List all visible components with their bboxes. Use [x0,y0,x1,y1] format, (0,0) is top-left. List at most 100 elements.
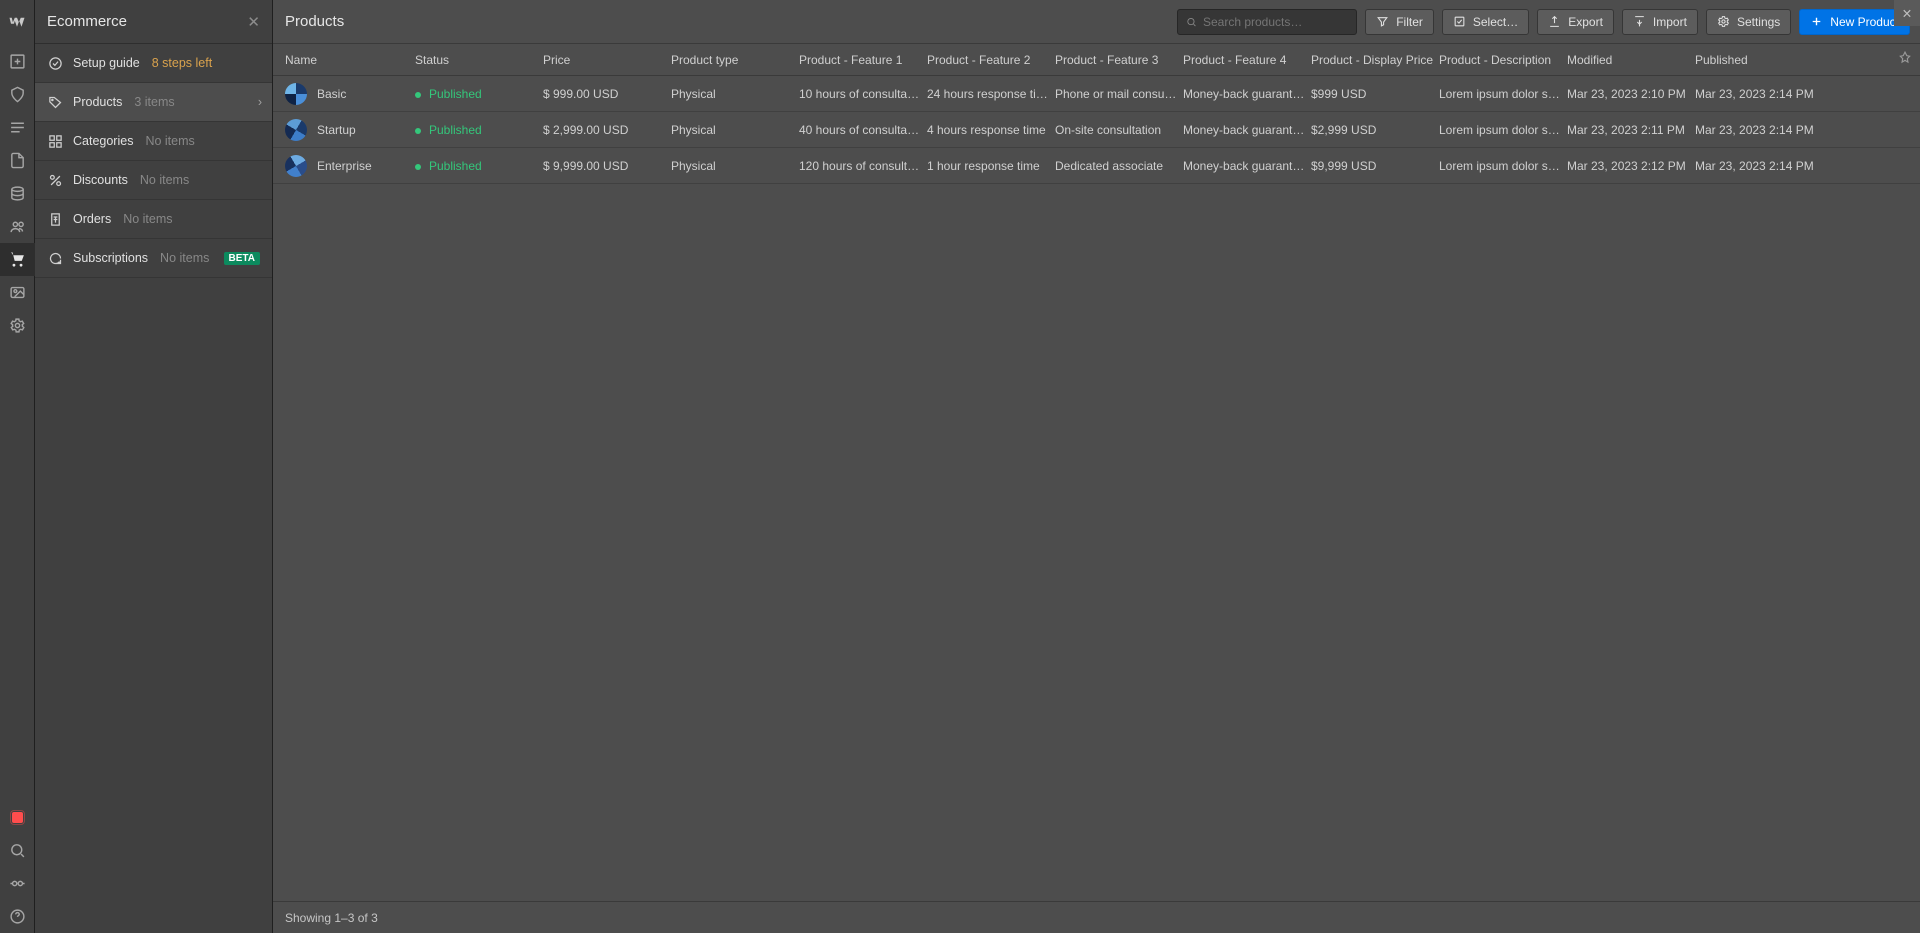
type-cell: Physical [671,87,799,101]
table-row[interactable]: BasicPublished$ 999.00 USDPhysical10 hou… [273,76,1920,112]
select-label: Select… [1473,15,1518,29]
status-text: Published [429,87,482,101]
logo-icon[interactable] [0,6,35,39]
import-button[interactable]: Import [1622,9,1698,35]
sidebar-title: Ecommerce [47,13,127,30]
settings-icon[interactable] [0,309,35,342]
sidebar-item-label: Discounts [73,173,128,187]
feature1-cell: 40 hours of consultat… [799,123,927,137]
main-area: ✕ Products Filter Select… Export Import … [273,0,1920,933]
col-feature-4[interactable]: Product - Feature 4 [1183,53,1311,67]
export-icon [1548,15,1561,28]
product-name: Enterprise [317,159,372,173]
plus-icon [1810,15,1823,28]
feature2-cell: 24 hours response ti… [927,87,1055,101]
collections-icon[interactable] [0,177,35,210]
export-label: Export [1568,15,1603,29]
sidebar-item-meta: No items [160,251,209,265]
sidebar-item-subscriptions[interactable]: SubscriptionsNo itemsBETA [35,239,272,278]
filter-icon [1376,15,1389,28]
col-description[interactable]: Product - Description [1439,53,1567,67]
video-icon[interactable] [0,801,35,834]
navigator-icon[interactable] [0,78,35,111]
col-name[interactable]: Name [285,53,415,67]
display-price-cell: $999 USD [1311,87,1439,101]
search-input-wrapper[interactable] [1177,9,1357,35]
sidebar-item-categories[interactable]: CategoriesNo items [35,122,272,161]
feature2-cell: 4 hours response time [927,123,1055,137]
status-dot [415,128,421,134]
col-display-price[interactable]: Product - Display Price [1311,53,1439,67]
filter-label: Filter [1396,15,1423,29]
new-product-label: New Product [1830,15,1899,29]
display-price-cell: $2,999 USD [1311,123,1439,137]
add-icon[interactable] [0,45,35,78]
col-price[interactable]: Price [543,53,671,67]
search-icon[interactable] [0,834,35,867]
col-feature-1[interactable]: Product - Feature 1 [799,53,927,67]
col-modified[interactable]: Modified [1567,53,1695,67]
export-button[interactable]: Export [1537,9,1614,35]
chevron-right-icon: › [258,95,262,109]
col-type[interactable]: Product type [671,53,799,67]
published-cell: Mar 23, 2023 2:14 PM [1695,123,1823,137]
help-icon[interactable] [0,900,35,933]
filter-button[interactable]: Filter [1365,9,1434,35]
description-cell: Lorem ipsum dolor sit… [1439,159,1567,173]
select-button[interactable]: Select… [1442,9,1529,35]
search-input[interactable] [1203,15,1348,29]
feature4-cell: Money-back guarantee [1183,87,1311,101]
product-name: Basic [317,87,346,101]
showing-text: Showing 1–3 of 3 [285,911,378,925]
pin-icon[interactable] [1898,51,1912,68]
gear-icon [1717,15,1730,28]
close-icon[interactable]: ✕ [1894,0,1920,26]
percent-icon [47,172,63,188]
col-status[interactable]: Status [415,53,543,67]
table-row[interactable]: EnterprisePublished$ 9,999.00 USDPhysica… [273,148,1920,184]
col-feature-2[interactable]: Product - Feature 2 [927,53,1055,67]
beta-badge: BETA [224,252,260,265]
feature1-cell: 120 hours of consulta… [799,159,927,173]
select-icon [1453,15,1466,28]
sidebar-close-icon[interactable]: ✕ [247,13,260,31]
sidebar-item-label: Setup guide [73,56,140,70]
settings-button[interactable]: Settings [1706,9,1791,35]
type-cell: Physical [671,159,799,173]
sidebar-item-orders[interactable]: OrdersNo items [35,200,272,239]
sidebar-item-meta: No items [140,173,189,187]
search-glyph-icon [1186,16,1197,28]
modified-cell: Mar 23, 2023 2:12 PM [1567,159,1695,173]
product-avatar [285,155,307,177]
import-icon [1633,15,1646,28]
products-table: Name Status Price Product type Product -… [273,44,1920,901]
audit-icon[interactable] [0,867,35,900]
description-cell: Lorem ipsum dolor sit… [1439,123,1567,137]
table-row[interactable]: StartupPublished$ 2,999.00 USDPhysical40… [273,112,1920,148]
sidebar-item-products[interactable]: Products3 items› [35,83,272,122]
receipt-icon [47,211,63,227]
col-published[interactable]: Published [1695,53,1823,67]
price-cell: $ 2,999.00 USD [543,123,671,137]
description-cell: Lorem ipsum dolor sit… [1439,87,1567,101]
product-avatar [285,83,307,105]
col-feature-3[interactable]: Product - Feature 3 [1055,53,1183,67]
left-rail [0,0,35,933]
feature3-cell: On-site consultation [1055,123,1183,137]
product-name: Startup [317,123,356,137]
display-price-cell: $9,999 USD [1311,159,1439,173]
users-icon[interactable] [0,210,35,243]
modified-cell: Mar 23, 2023 2:10 PM [1567,87,1695,101]
import-label: Import [1653,15,1687,29]
ecommerce-icon[interactable] [0,243,35,276]
assets-icon[interactable] [0,276,35,309]
sidebar-item-discounts[interactable]: Discounts No items [35,161,272,200]
sidebar-item-setup-guide[interactable]: Setup guide8 steps left [35,44,272,83]
sidebar-item-label: Categories [73,134,133,148]
cms-icon[interactable] [0,111,35,144]
pages-icon[interactable] [0,144,35,177]
price-cell: $ 999.00 USD [543,87,671,101]
table-footer: Showing 1–3 of 3 [273,901,1920,933]
refresh-icon [47,250,63,266]
feature4-cell: Money-back guarantee [1183,159,1311,173]
